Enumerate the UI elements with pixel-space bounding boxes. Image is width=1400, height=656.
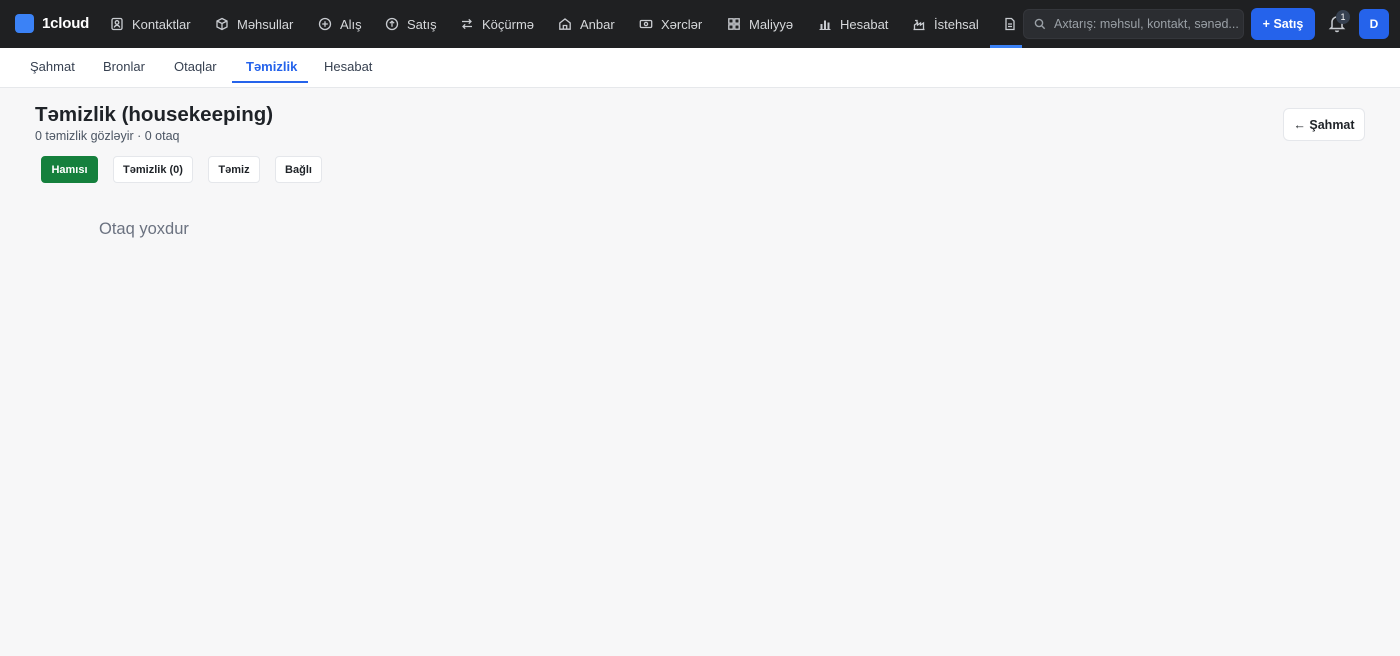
filter-all-button[interactable]: Hamısı — [41, 156, 98, 183]
notification-badge: 1 — [1336, 10, 1350, 24]
search-input[interactable] — [1054, 17, 1239, 31]
cash-icon — [639, 19, 653, 29]
nav-item-label: İstehsal — [934, 16, 979, 32]
circle-up-icon — [385, 17, 399, 31]
contacts-icon — [111, 17, 123, 31]
nav-item-label: Məhsullar — [237, 16, 294, 32]
tab-report[interactable]: Hesabat — [324, 48, 372, 84]
back-to-chess-button[interactable]: ← Şahmat — [1283, 108, 1365, 141]
tab-active-underline — [232, 81, 308, 83]
page-subtitle: 0 təmizlik gözləyir · 0 otaq — [35, 129, 180, 143]
filter-cleaning-button[interactable]: Təmizlik (0) — [113, 156, 193, 183]
app-logo[interactable]: 1cloud — [15, 14, 89, 33]
nav-item-production[interactable]: İstehsal — [912, 0, 979, 48]
nav-item-finance[interactable]: Maliyyə — [727, 0, 793, 48]
circle-plus-icon — [318, 17, 332, 31]
warehouse-icon — [559, 18, 571, 30]
nav-item-purchase[interactable]: Alış — [318, 0, 362, 48]
nav-item-label: Satış — [407, 16, 437, 32]
transfer-icon — [462, 18, 472, 30]
filter-closed-button[interactable]: Bağlı — [275, 156, 322, 183]
nav-item-label: Xərclər — [661, 16, 703, 32]
nav-item-transfer[interactable]: Köçürmə — [460, 0, 534, 48]
nav-item-active[interactable] — [1003, 0, 1025, 48]
nav-item-label: Alış — [340, 16, 362, 32]
tab-bookings[interactable]: Bronlar — [103, 48, 145, 84]
factory-icon — [913, 19, 925, 31]
logo-icon — [15, 14, 34, 33]
new-sale-button[interactable]: + Satış — [1251, 8, 1315, 40]
document-icon — [1005, 17, 1015, 31]
app-name: 1cloud — [42, 15, 90, 32]
nav-item-expenses[interactable]: Xərclər — [639, 0, 702, 48]
nav-item-label: Köçürmə — [482, 16, 535, 32]
nav-item-sales[interactable]: Satış — [385, 0, 437, 48]
sub-navbar: Şahmat Bronlar Otaqlar Təmizlik Hesabat — [0, 48, 1400, 88]
search-icon — [1034, 18, 1046, 30]
filter-clean-button[interactable]: Təmiz — [208, 156, 260, 183]
nav-item-products[interactable]: Məhsullar — [215, 0, 293, 48]
tab-rooms[interactable]: Otaqlar — [174, 48, 217, 84]
tab-chess[interactable]: Şahmat — [30, 48, 75, 84]
nav-item-label: Kontaktlar — [132, 16, 191, 32]
avatar[interactable]: D — [1359, 9, 1389, 39]
nav-item-label: Hesabat — [840, 16, 889, 32]
nav-item-label: Anbar — [580, 16, 615, 32]
top-navbar: 1cloud Kontaktlar Məhsullar Alış Satış K… — [0, 0, 1400, 48]
empty-state-text: Otaq yoxdur — [99, 220, 189, 238]
tab-housekeeping[interactable]: Təmizlik — [246, 48, 297, 84]
nav-item-warehouse[interactable]: Anbar — [558, 0, 615, 48]
nav-item-label: Maliyyə — [749, 16, 794, 32]
chart-icon — [819, 20, 831, 30]
global-search[interactable] — [1023, 9, 1244, 39]
page-title: Təmizlik (housekeeping) — [35, 103, 274, 126]
nav-item-report[interactable]: Hesabat — [818, 0, 888, 48]
box-icon — [216, 17, 228, 31]
nav-item-contacts[interactable]: Kontaktlar — [110, 0, 191, 48]
grid-icon — [728, 18, 740, 30]
